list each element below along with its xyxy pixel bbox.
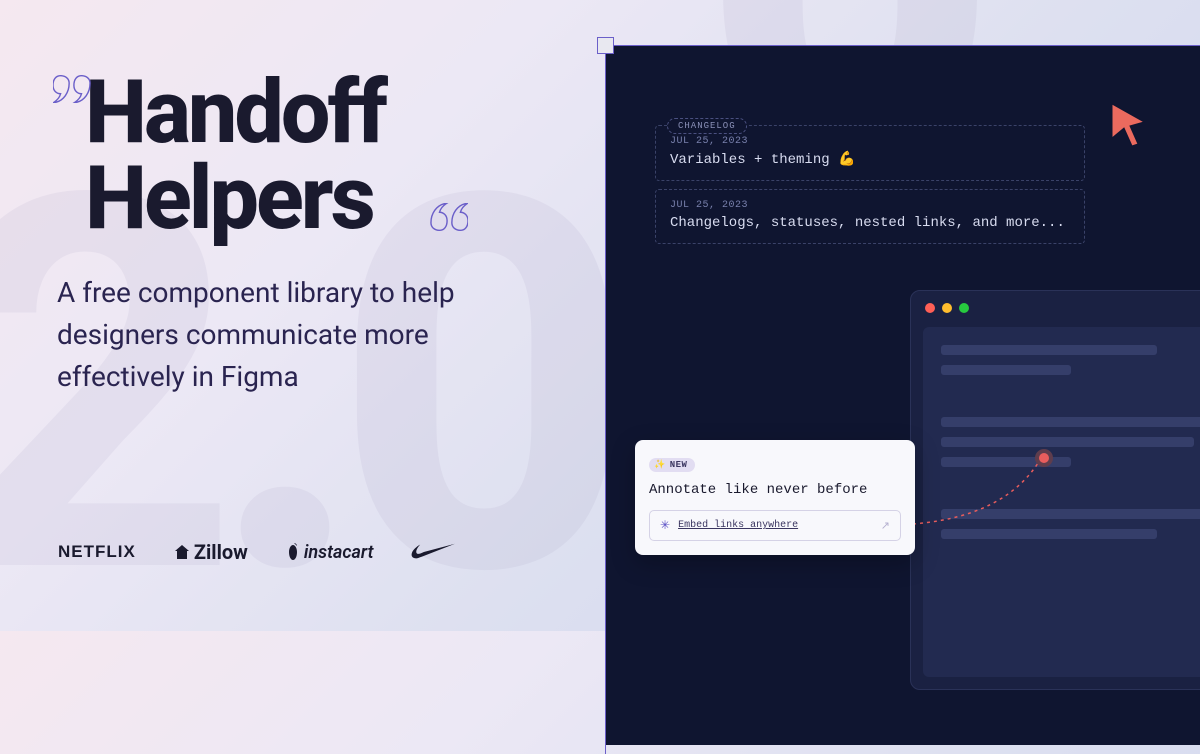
placeholder-line — [941, 365, 1071, 375]
selection-handle-icon — [597, 37, 614, 54]
browser-mockup — [910, 290, 1200, 690]
close-quote-icon — [430, 188, 468, 243]
placeholder-line — [941, 437, 1194, 447]
changelog-block: CHANGELOG JUL 25, 2023 Variables + themi… — [655, 113, 1085, 244]
brand-nike — [411, 543, 455, 561]
brand-instacart-label: instacart — [304, 542, 374, 563]
placeholder-line — [941, 345, 1157, 355]
sparkle-icon: ✨ — [654, 460, 666, 470]
asterisk-icon: ✳ — [660, 518, 670, 533]
changelog-entry: JUL 25, 2023 Changelogs, statuses, neste… — [655, 189, 1085, 244]
hero-section: Handoff Helpers A free component library… — [55, 60, 555, 398]
annotate-title: Annotate like never before — [649, 482, 901, 498]
new-badge: ✨ NEW — [649, 458, 695, 472]
brand-netflix: NETFLIX — [58, 542, 136, 562]
brand-zillow: Zillow — [174, 540, 248, 564]
changelog-date: JUL 25, 2023 — [670, 136, 1070, 147]
changelog-text: Variables + theming 💪 — [670, 151, 1070, 168]
traffic-lights — [925, 303, 969, 313]
embed-link-pill[interactable]: ✳ Embed links anywhere ↗ — [649, 510, 901, 541]
hero-title-line2: Helpers — [85, 147, 373, 250]
hero-subtitle: A free component library to help designe… — [57, 272, 517, 398]
annotation-pin-icon — [1035, 449, 1053, 467]
embed-link-label: Embed links anywhere — [678, 520, 798, 531]
minimize-dot-icon — [942, 303, 952, 313]
hero-title: Handoff Helpers — [85, 70, 555, 242]
placeholder-line — [941, 417, 1200, 427]
selection-border-top — [614, 45, 1200, 46]
zoom-dot-icon — [959, 303, 969, 313]
brand-row: NETFLIX Zillow instacart — [58, 540, 455, 564]
placeholder-line — [941, 529, 1157, 539]
external-link-icon: ↗ — [881, 519, 890, 533]
changelog-tag: CHANGELOG — [667, 118, 747, 134]
brand-zillow-label: Zillow — [194, 540, 248, 564]
annotate-card: ✨ NEW Annotate like never before ✳ Embed… — [635, 440, 915, 555]
browser-content — [923, 327, 1200, 677]
new-badge-label: NEW — [670, 460, 688, 470]
open-quote-icon — [53, 60, 91, 115]
placeholder-line — [941, 509, 1200, 519]
brand-instacart: instacart — [286, 542, 374, 563]
changelog-text: Changelogs, statuses, nested links, and … — [670, 215, 1070, 231]
selection-border-left — [605, 54, 606, 754]
cursor-icon — [1108, 100, 1148, 150]
changelog-date: JUL 25, 2023 — [670, 200, 1070, 211]
close-dot-icon — [925, 303, 935, 313]
